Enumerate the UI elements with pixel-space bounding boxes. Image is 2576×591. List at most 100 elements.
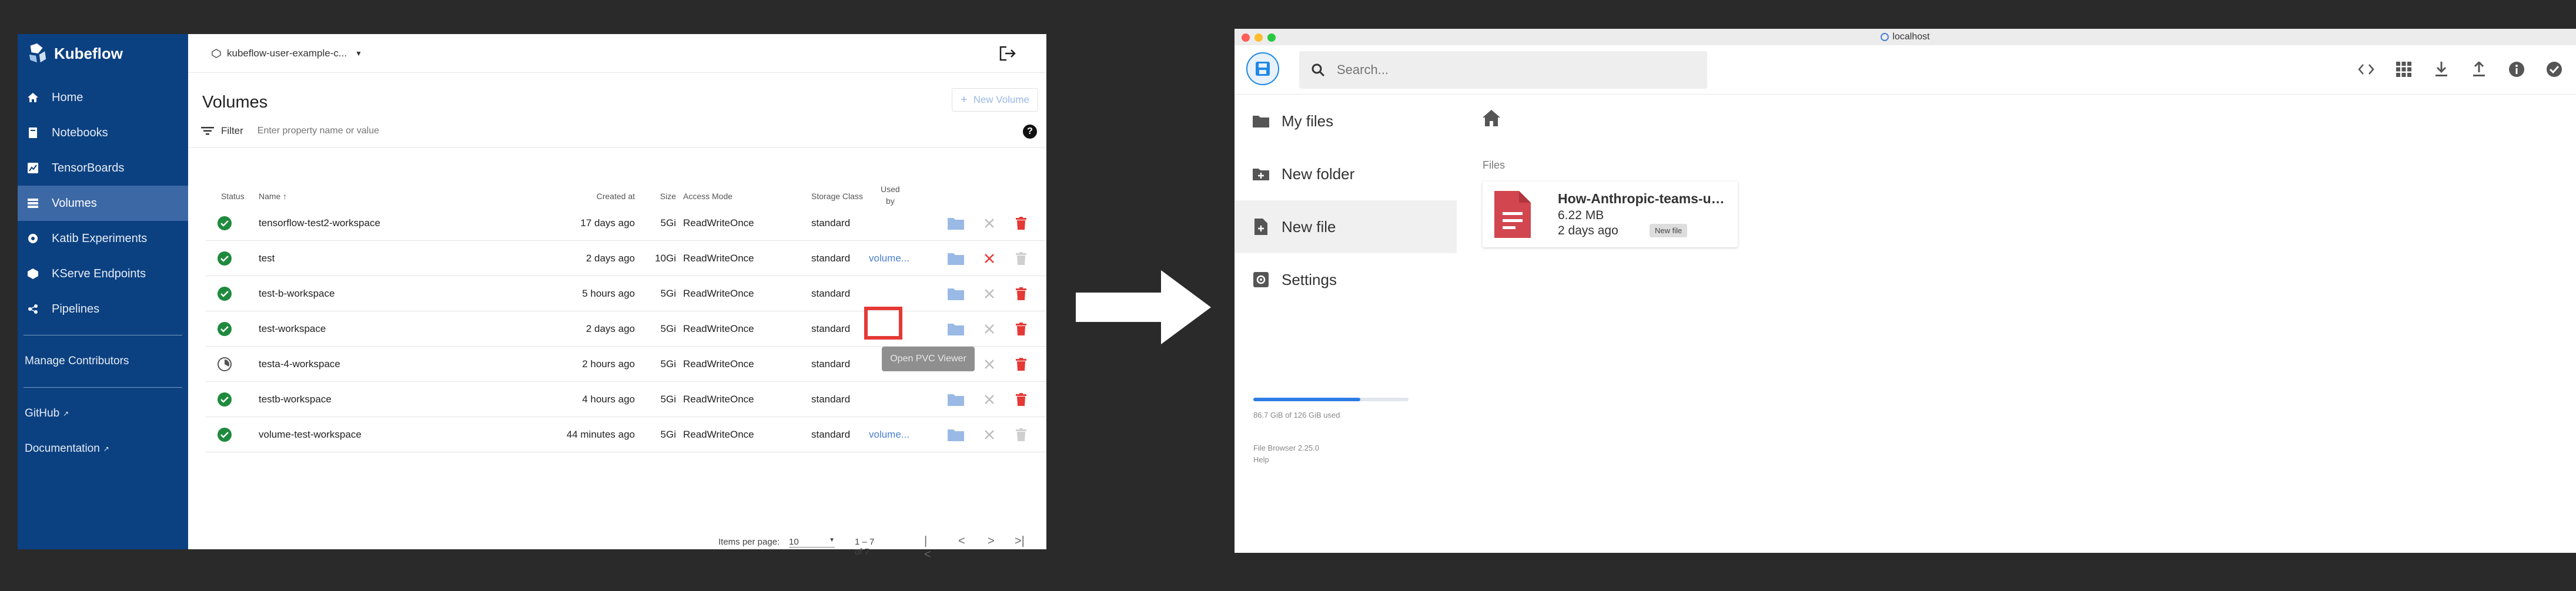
sidebar-item-notebooks[interactable]: Notebooks bbox=[18, 115, 188, 150]
kubeflow-brand-label: Kubeflow bbox=[54, 44, 123, 62]
new-file-badge: New file bbox=[1650, 224, 1688, 237]
manage-contributors-link[interactable]: Manage Contributors bbox=[18, 344, 188, 379]
first-page-icon[interactable]: |< bbox=[924, 535, 931, 562]
close-icon[interactable] bbox=[984, 382, 995, 417]
globe-icon bbox=[1881, 33, 1889, 41]
chevron-down-icon[interactable]: ▼ bbox=[355, 49, 362, 58]
column-created: Created at bbox=[596, 192, 635, 201]
filebrowser-sidebar: My files New folder New file Settings 86… bbox=[1235, 95, 1457, 464]
column-name-label: Name bbox=[259, 192, 281, 201]
search-bar[interactable] bbox=[1299, 51, 1707, 89]
kubeflow-brand[interactable]: Kubeflow bbox=[18, 34, 188, 73]
pvc-viewer-folder-icon[interactable] bbox=[948, 311, 964, 347]
page-header: Volumes + New Volume bbox=[188, 73, 1046, 114]
pvc-viewer-folder-icon[interactable] bbox=[948, 276, 964, 311]
sidebar-item-new-folder[interactable]: New folder bbox=[1235, 147, 1457, 200]
size: 5Gi bbox=[660, 288, 676, 299]
close-icon[interactable] bbox=[984, 206, 995, 241]
prev-page-icon[interactable]: < bbox=[958, 535, 965, 548]
pvc-viewer-tooltip: Open PVC Viewer bbox=[882, 347, 975, 371]
sidebar-item-kserve[interactable]: KServe Endpoints bbox=[18, 256, 188, 291]
kserve-icon bbox=[27, 268, 39, 280]
storage-class: standard bbox=[811, 323, 851, 334]
delete-icon[interactable] bbox=[1016, 276, 1026, 311]
delete-icon[interactable] bbox=[1016, 206, 1026, 241]
pdf-file-icon bbox=[1494, 191, 1531, 238]
table-row: tensorflow-test2-workspace 17 days ago 5Gi… bbox=[206, 206, 1046, 241]
column-size: Size bbox=[660, 192, 676, 201]
delete-icon[interactable] bbox=[1016, 347, 1026, 382]
github-link[interactable]: GitHub ↗ bbox=[18, 396, 188, 431]
sidebar-item-label: New folder bbox=[1282, 164, 1355, 183]
logout-icon[interactable] bbox=[999, 46, 1016, 61]
column-storage-class: Storage Class bbox=[811, 192, 863, 201]
created-at: 4 hours ago bbox=[582, 394, 635, 405]
filebrowser-logo-icon[interactable] bbox=[1246, 52, 1279, 85]
grid-view-icon[interactable] bbox=[2394, 59, 2414, 79]
delete-icon[interactable] bbox=[1016, 417, 1026, 452]
created-at: 17 days ago bbox=[580, 217, 635, 229]
column-used-by-line1: Used bbox=[881, 184, 900, 194]
search-input[interactable] bbox=[1336, 62, 1688, 78]
sidebar-item-tensorboards[interactable]: TensorBoards bbox=[18, 150, 188, 186]
delete-icon[interactable] bbox=[1016, 382, 1026, 417]
minimize-window-button[interactable] bbox=[1254, 33, 1263, 42]
used-by-link[interactable]: volume... bbox=[869, 417, 909, 452]
sidebar-item-label: Volumes bbox=[52, 196, 97, 210]
sidebar-item-my-files[interactable]: My files bbox=[1235, 95, 1457, 147]
new-file-icon bbox=[1252, 218, 1270, 236]
delete-icon[interactable] bbox=[1016, 311, 1026, 347]
column-name[interactable]: Name ↑ bbox=[259, 192, 287, 201]
help-link[interactable]: Help bbox=[1253, 454, 1319, 466]
close-icon[interactable] bbox=[984, 347, 995, 382]
next-page-icon[interactable]: > bbox=[988, 535, 995, 548]
close-icon[interactable] bbox=[984, 417, 995, 452]
access-mode: ReadWriteOnce bbox=[683, 323, 754, 334]
status-ready-icon bbox=[218, 287, 232, 301]
file-item[interactable]: How-Anthropic-teams-use-Claude-Code.pdf … bbox=[1483, 182, 1738, 247]
new-volume-button[interactable]: + New Volume bbox=[951, 88, 1038, 112]
filebrowser-header bbox=[1235, 45, 2576, 95]
sidebar-item-label: Pipelines bbox=[52, 302, 100, 315]
code-icon[interactable] bbox=[2356, 59, 2376, 79]
close-icon[interactable] bbox=[984, 241, 995, 276]
status-ready-icon bbox=[218, 428, 232, 442]
storage-usage-bar bbox=[1253, 398, 1409, 401]
maximize-window-button[interactable] bbox=[1267, 33, 1276, 42]
close-icon[interactable] bbox=[984, 311, 995, 347]
sidebar-item-volumes[interactable]: Volumes bbox=[18, 186, 188, 221]
access-mode: ReadWriteOnce bbox=[683, 288, 754, 299]
download-icon[interactable] bbox=[2431, 59, 2451, 79]
delete-icon[interactable] bbox=[1016, 241, 1026, 276]
status-cell bbox=[218, 347, 232, 382]
pvc-viewer-folder-icon[interactable] bbox=[948, 241, 964, 276]
close-window-button[interactable] bbox=[1242, 33, 1250, 42]
folder-icon bbox=[1252, 112, 1270, 130]
pvc-viewer-folder-icon[interactable] bbox=[948, 382, 964, 417]
items-per-page-select[interactable]: 10 ▼ bbox=[789, 537, 835, 548]
info-icon[interactable] bbox=[2507, 59, 2527, 79]
namespace-selector[interactable]: kubeflow-user-example-c... bbox=[227, 48, 347, 59]
access-mode: ReadWriteOnce bbox=[683, 358, 754, 370]
upload-icon[interactable] bbox=[2469, 59, 2489, 79]
sidebar-item-label: My files bbox=[1282, 112, 1334, 130]
size: 5Gi bbox=[660, 217, 676, 229]
size: 10Gi bbox=[655, 253, 676, 264]
select-check-icon[interactable] bbox=[2544, 59, 2564, 79]
sidebar-item-settings[interactable]: Settings bbox=[1235, 253, 1457, 306]
pvc-viewer-folder-icon[interactable] bbox=[948, 417, 964, 452]
close-icon[interactable] bbox=[984, 276, 995, 311]
pvc-viewer-folder-icon[interactable] bbox=[948, 206, 964, 241]
documentation-link[interactable]: Documentation ↗ bbox=[18, 431, 188, 466]
home-icon[interactable] bbox=[1483, 110, 1500, 126]
sidebar-item-home[interactable]: Home bbox=[18, 80, 188, 115]
sidebar-item-katib[interactable]: Katib Experiments bbox=[18, 221, 188, 256]
last-page-icon[interactable]: >| bbox=[1015, 535, 1025, 548]
used-by-link[interactable]: volume... bbox=[869, 241, 909, 276]
tensorboard-icon bbox=[27, 162, 39, 174]
filter-input[interactable] bbox=[256, 125, 491, 137]
sidebar-item-pipelines[interactable]: Pipelines bbox=[18, 291, 188, 327]
volume-name: test bbox=[259, 253, 275, 264]
sidebar-item-new-file[interactable]: New file bbox=[1235, 200, 1457, 253]
help-icon[interactable]: ? bbox=[1023, 125, 1037, 139]
